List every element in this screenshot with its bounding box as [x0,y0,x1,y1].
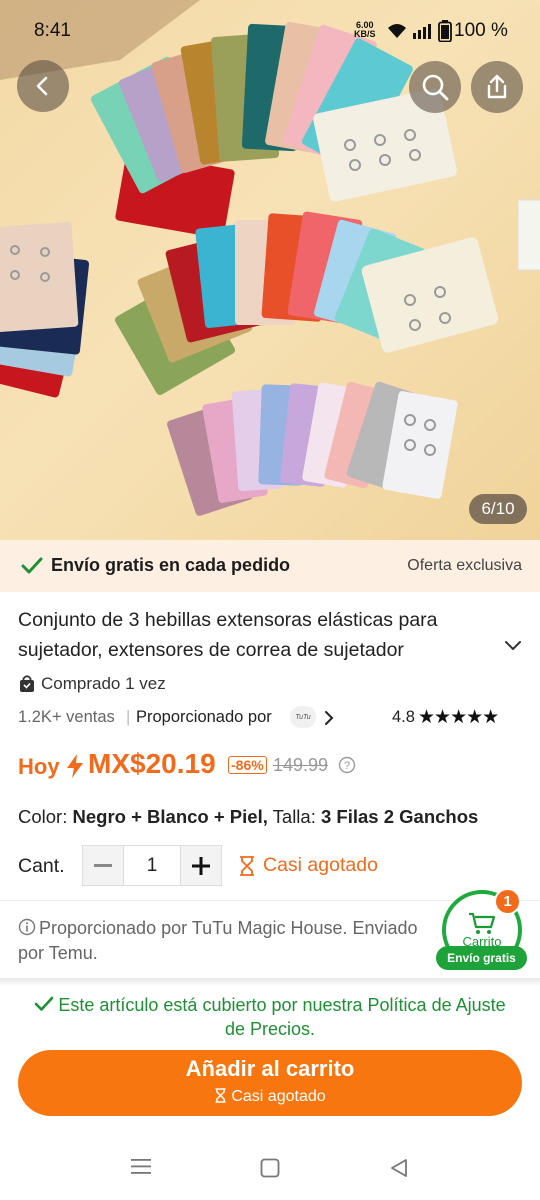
image-counter: 6/10 [469,494,527,524]
original-price: 149.99 [273,755,329,775]
bottom-bar-shadow [0,978,540,986]
free-shipping-banner[interactable]: Envío gratis en cada pedido Oferta exclu… [0,540,540,592]
purchase-count: Comprado 1 vez [19,674,166,694]
free-shipping-text: Envío gratis en cada pedido [51,555,291,575]
add-to-cart-label: Añadir al carrito [185,1056,355,1081]
share-icon [487,74,507,99]
size-value: 3 Filas 2 Ganchos [321,806,479,827]
quantity-value[interactable]: 1 [123,846,181,885]
status-bar: 8:41 6.00 KB/S 100 % [0,0,540,60]
stock-status: Casi agotado [263,854,378,876]
separator: | [126,708,131,726]
hourglass-icon [215,1088,226,1103]
wifi-icon [388,24,406,38]
sales-row: 1.2K+ ventas | Proporcionado por TuTu 4.… [18,706,522,730]
sales-count: 1.2K+ ventas [18,708,115,726]
cart-count-badge: 1 [494,888,521,915]
back-arrow-icon [36,76,48,96]
system-nav-bar [0,1140,540,1200]
share-button[interactable] [471,61,523,113]
exclusive-offer-label: Oferta exclusiva [407,557,522,574]
rating-value[interactable]: 4.8 [392,708,415,727]
signal-icon [413,24,431,39]
quantity-row: Cant. 1 Casi agotado [18,845,522,887]
add-to-cart-button[interactable]: Añadir al carrito Casi agotado [18,1050,522,1116]
menu-icon[interactable] [131,1156,151,1176]
size-label: Talla: [272,806,316,827]
plus-icon [192,856,210,875]
bag-icon [20,675,34,692]
quantity-label: Cant. [18,855,65,877]
today-label: Hoy [18,754,60,779]
provider-note-text: Proporcionado por TuTu Magic House. Envi… [18,918,418,963]
price-adjustment-policy[interactable]: Este artículo está cubierto por nuestra … [30,993,510,1041]
color-value: Negro + Blanco + Piel, [72,806,268,827]
add-to-cart-stock-text: Casi agotado [231,1088,326,1105]
minus-icon [94,863,112,867]
battery-icon [438,20,452,42]
price-row: Hoy MX$20.19 -86% 149.99 ? [18,748,522,784]
check-icon [21,557,43,574]
color-label: Color: [18,806,68,827]
store-logo[interactable]: TuTu [290,706,316,728]
chevron-down-icon[interactable] [503,638,523,652]
provided-by-link[interactable]: Proporcionado por [136,708,272,727]
network-speed-unit: KB/S [354,29,376,39]
discount-badge: -86% [228,756,267,774]
back-button[interactable] [17,60,69,112]
search-icon [422,74,449,101]
status-time: 8:41 [34,20,71,41]
chevron-right-icon[interactable] [324,710,334,726]
cart-free-shipping-pill: Envío gratis [436,946,527,970]
add-to-cart-sublabel: Casi agotado [18,1088,522,1106]
current-price: MX$20.19 [88,748,216,779]
home-icon[interactable] [260,1158,280,1178]
hourglass-icon [240,856,254,876]
status-icons [386,20,452,42]
quantity-stepper[interactable]: 1 [82,845,222,886]
back-triangle-icon[interactable] [389,1158,409,1178]
battery-percent: 100 % [454,20,508,41]
bolt-icon [67,754,83,778]
product-image-carousel[interactable]: 8:41 6.00 KB/S 100 % 6/10 [0,0,540,540]
purchase-count-text: Comprado 1 vez [41,674,166,693]
svg-text:?: ? [344,760,350,772]
variant-selector[interactable]: Color: Negro + Blanco + Piel, Talla: 3 F… [18,806,478,828]
check-icon [35,996,54,1011]
network-speed: 6.00 KB/S [354,21,376,39]
cart-icon [469,912,496,934]
provider-note: Proporcionado por TuTu Magic House. Envi… [18,916,438,968]
info-icon [18,918,36,936]
product-title: Conjunto de 3 hebillas extensoras elásti… [18,609,438,661]
increase-button[interactable] [181,846,221,885]
info-icon[interactable]: ? [338,756,356,774]
decrease-button[interactable] [83,846,123,885]
policy-text: Este artículo está cubierto por nuestra … [58,995,506,1039]
search-button[interactable] [409,61,461,113]
star-rating[interactable]: ★★★★★ [418,706,499,729]
